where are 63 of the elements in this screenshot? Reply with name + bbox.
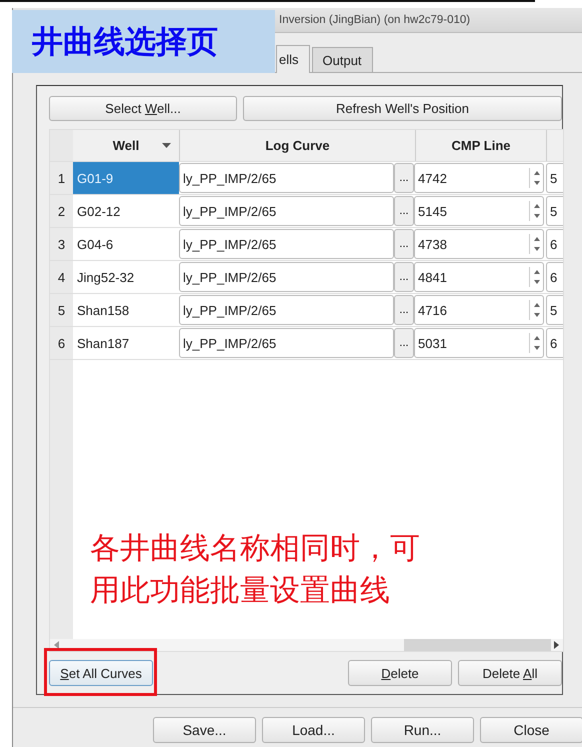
scroll-right-icon[interactable] (553, 641, 559, 649)
spin-arrows-icon (529, 168, 541, 188)
spin-box[interactable]: 5031 (414, 328, 544, 358)
row-number: 3 (50, 228, 73, 260)
browse-button[interactable]: ... (394, 262, 414, 292)
scroll-left-icon[interactable] (54, 641, 60, 649)
horizontal-scrollbar[interactable] (50, 639, 563, 651)
button[interactable]: Select Well... (49, 96, 237, 121)
button[interactable]: Save... (153, 717, 256, 743)
spin-box[interactable]: 4742 (414, 163, 544, 193)
table-cell[interactable]: 6 (546, 328, 563, 358)
browse-button[interactable]: ... (394, 196, 414, 226)
row-number: 6 (50, 327, 73, 359)
browse-button[interactable]: ... (394, 163, 414, 193)
button[interactable]: Refresh Well's Position (243, 96, 562, 121)
button[interactable]: Delete All (458, 660, 562, 686)
browse-button[interactable]: ... (394, 229, 414, 259)
caption-label: 井曲线选择页 (12, 10, 275, 73)
spin-arrows-icon (529, 201, 541, 221)
table-cell[interactable]: G02-12 (73, 195, 179, 227)
spin-box[interactable]: 4738 (414, 229, 544, 259)
button[interactable]: Load... (262, 717, 365, 743)
row-number: 5 (50, 294, 73, 326)
table-cell[interactable]: Shan187 (73, 327, 179, 359)
curve-field[interactable]: ly_PP_IMP/2/65 (179, 196, 394, 226)
table-cell[interactable]: 5 (546, 196, 563, 226)
browse-button[interactable]: ... (394, 295, 414, 325)
spin-arrows-icon (529, 234, 541, 254)
table-cell[interactable]: 6 (546, 229, 563, 259)
spin-arrows-icon (529, 300, 541, 320)
button[interactable]: Delete (348, 660, 452, 686)
spin-arrows-icon (529, 333, 541, 353)
window-title: Inversion (JingBian) (on hw2c79-010) (279, 14, 470, 26)
tab[interactable]: ells (276, 45, 310, 73)
spin-box[interactable]: 4841 (414, 262, 544, 292)
curve-field[interactable]: ly_PP_IMP/2/65 (179, 328, 394, 358)
curve-field[interactable]: ly_PP_IMP/2/65 (179, 163, 394, 193)
button[interactable]: Close (480, 717, 582, 743)
tab[interactable]: Output (312, 47, 373, 72)
annotation-text: 各井曲线名称相同时，可用此功能批量设置曲线 (90, 530, 421, 610)
button[interactable]: Set All Curves (49, 660, 153, 686)
row-number: 2 (50, 195, 73, 227)
table-cell[interactable]: G04-6 (73, 228, 179, 260)
spin-box[interactable]: 5145 (414, 196, 544, 226)
curve-field[interactable]: ly_PP_IMP/2/65 (179, 262, 394, 292)
table-cell[interactable]: 6 (546, 262, 563, 292)
table-cell[interactable]: 5 (546, 163, 563, 193)
table-cell[interactable]: Shan158 (73, 294, 179, 326)
column-header[interactable]: CMP Line (416, 130, 547, 161)
table-cell[interactable]: 5 (546, 295, 563, 325)
curve-field[interactable]: ly_PP_IMP/2/65 (179, 295, 394, 325)
spin-box[interactable]: 4716 (414, 295, 544, 325)
curve-field[interactable]: ly_PP_IMP/2/65 (179, 229, 394, 259)
table-cell[interactable]: Jing52-32 (73, 261, 179, 293)
button[interactable]: Run... (371, 717, 474, 743)
column-header[interactable]: Log Curve (180, 130, 416, 161)
table-cell[interactable]: G01-9 (73, 162, 179, 194)
row-number: 1 (50, 162, 73, 194)
browse-button[interactable]: ... (394, 328, 414, 358)
sort-caret-icon[interactable] (162, 143, 171, 148)
column-header[interactable]: Well (73, 130, 180, 161)
spin-arrows-icon (529, 267, 541, 287)
row-number: 4 (50, 261, 73, 293)
